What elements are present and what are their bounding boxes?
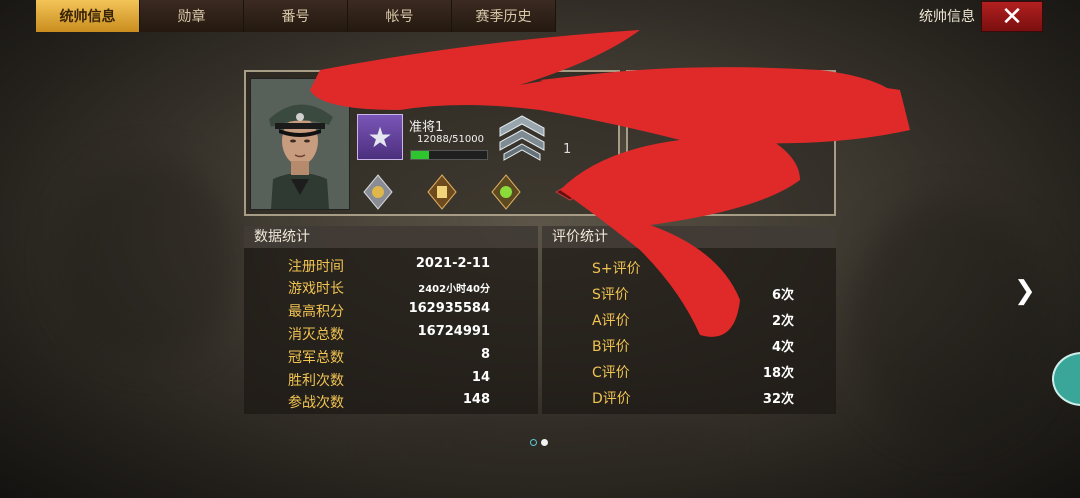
- eval-value: 4次: [771, 340, 794, 355]
- tab-bar: 统帅信息 勋章 番号 帐号 赛季历史: [36, 0, 556, 32]
- medal-green-icon[interactable]: [491, 174, 521, 210]
- medal-row: [363, 174, 585, 210]
- stat-label: 胜利次数: [288, 373, 344, 389]
- page-indicator: [530, 439, 548, 446]
- chevron-right-icon: ❯: [1014, 276, 1036, 306]
- eval-row: D评价 32次: [542, 388, 836, 410]
- stat-value: 14: [471, 370, 490, 385]
- stat-value: 148: [462, 392, 490, 407]
- stat-row: 游戏时长 2402小时40分: [244, 278, 538, 300]
- stat-value: 16724991: [417, 324, 490, 339]
- eval-row: C评价 18次: [542, 362, 836, 384]
- eval-stats-title: 评价统计: [542, 226, 836, 248]
- eval-label: S评价: [592, 287, 629, 303]
- eval-row: A评价 2次: [542, 310, 836, 332]
- tab-season-history[interactable]: 赛季历史: [452, 0, 556, 32]
- eval-stats-panel: 评价统计 S+评价 S评价 6次 A评价 2次 B评价 4次 C评价 18次 D…: [542, 226, 836, 414]
- chevron-tier-icon[interactable]: [496, 112, 548, 168]
- stat-label: 注册时间: [288, 259, 344, 275]
- stat-row: 注册时间 2021-2-11: [244, 256, 538, 278]
- stat-row: 冠军总数 8: [244, 347, 538, 369]
- background-smoke: [60, 160, 240, 360]
- eval-value: 18次: [762, 366, 794, 381]
- stat-label: 参战次数: [288, 395, 344, 411]
- xp-text: 12088/51000: [417, 134, 484, 145]
- rank-badge[interactable]: ★: [357, 114, 403, 160]
- xp-progress-fill: [411, 151, 429, 159]
- stat-label: 最高积分: [288, 304, 344, 320]
- stat-value: 162935584: [408, 301, 490, 316]
- page-dot-active[interactable]: [541, 439, 548, 446]
- next-page-arrow[interactable]: ❯: [1014, 276, 1036, 306]
- stat-row: 最高积分 162935584: [244, 301, 538, 323]
- eval-label: C评价: [592, 365, 630, 381]
- stat-label: 游戏时长: [288, 281, 344, 297]
- eval-label: B评价: [592, 339, 630, 355]
- stat-value: 8: [480, 347, 490, 362]
- close-button[interactable]: ✕: [981, 1, 1043, 32]
- close-icon: ✕: [1001, 1, 1023, 32]
- floating-assist-button[interactable]: [1052, 352, 1080, 406]
- eval-row: S+评价: [542, 258, 836, 280]
- page-dot[interactable]: [530, 439, 537, 446]
- tab-unit-number[interactable]: 番号: [244, 0, 348, 32]
- player-name: (E): [440, 82, 459, 97]
- data-stats-panel: 数据统计 注册时间 2021-2-11 游戏时长 2402小时40分 最高积分 …: [244, 226, 538, 414]
- stat-value: 2021-2-11: [415, 256, 490, 271]
- avatar[interactable]: [250, 78, 350, 210]
- stat-value: 2402小时40分: [418, 284, 490, 295]
- tab-account[interactable]: 帐号: [348, 0, 452, 32]
- tab-commander-info[interactable]: 统帅信息: [36, 0, 140, 32]
- medal-scroll-icon[interactable]: [427, 174, 457, 210]
- stat-row: 胜利次数 14: [244, 370, 538, 392]
- eval-label: S+评价: [592, 261, 641, 277]
- eval-label: D评价: [592, 391, 631, 407]
- tab-medals[interactable]: 勋章: [140, 0, 244, 32]
- star-rank-icon: ★: [367, 120, 393, 154]
- eval-label: A评价: [592, 313, 630, 329]
- eval-value: 32次: [762, 392, 794, 407]
- rank-name: 准将1: [409, 120, 444, 135]
- medal-w-icon[interactable]: [363, 174, 393, 210]
- data-stats-title: 数据统计: [244, 226, 538, 248]
- xp-progress-bar: [410, 150, 488, 160]
- medal-red-icon[interactable]: [555, 174, 585, 210]
- stat-row: 参战次数 148: [244, 392, 538, 414]
- stat-label: 冠军总数: [288, 350, 344, 366]
- background-smoke: [850, 200, 1050, 440]
- stat-label: 消灭总数: [288, 327, 344, 343]
- tier-value: 1: [563, 142, 572, 157]
- stat-row: 消灭总数 16724991: [244, 324, 538, 346]
- page-title: 统帅信息: [919, 9, 975, 25]
- eval-row: S评价 6次: [542, 284, 836, 306]
- secondary-card: [626, 70, 836, 216]
- eval-value: 2次: [771, 314, 794, 329]
- eval-row: B评价 4次: [542, 336, 836, 358]
- eval-value: 6次: [771, 288, 794, 303]
